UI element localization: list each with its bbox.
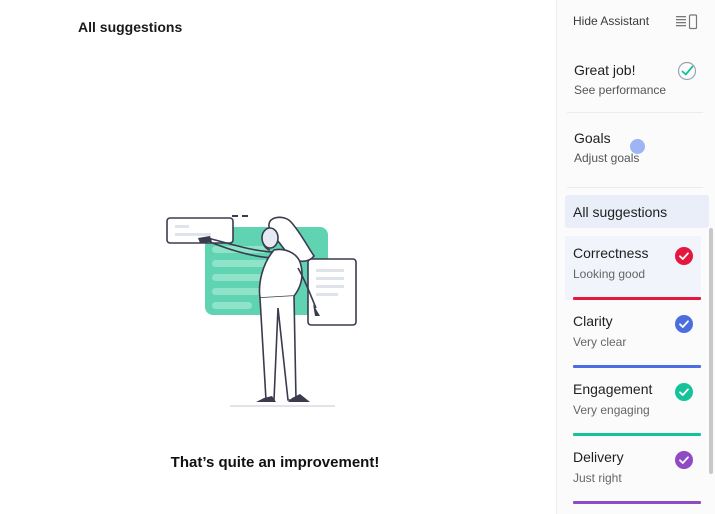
- category-bar: [573, 433, 701, 436]
- check-icon: [675, 383, 693, 401]
- category-bar: [573, 365, 701, 368]
- category-delivery[interactable]: Delivery Just right: [565, 440, 701, 504]
- checkmark-circle-icon: [677, 61, 697, 81]
- divider: [567, 112, 703, 113]
- category-engagement[interactable]: Engagement Very engaging: [565, 372, 701, 436]
- panel-toggle-icon[interactable]: [675, 14, 699, 30]
- category-bar: [573, 297, 701, 300]
- check-icon: [675, 451, 693, 469]
- cursor-dot: [630, 139, 645, 154]
- check-icon: [675, 247, 693, 265]
- category-status: Just right: [573, 471, 622, 485]
- category-bar: [573, 501, 701, 504]
- page-title: All suggestions: [78, 19, 183, 35]
- hide-assistant-button[interactable]: Hide Assistant: [573, 14, 649, 28]
- improvement-message: That’s quite an improvement!: [170, 454, 380, 471]
- sidebar-scrollbar[interactable]: [709, 228, 713, 474]
- all-suggestions-tab[interactable]: All suggestions: [565, 195, 709, 228]
- main-panel: All suggestions That’s quite an improvem…: [0, 0, 556, 514]
- see-performance-link[interactable]: See performance: [574, 83, 704, 97]
- category-clarity[interactable]: Clarity Very clear: [565, 304, 701, 368]
- assistant-sidebar: Hide Assistant Great job! See performanc…: [556, 0, 715, 514]
- category-status: Looking good: [573, 267, 646, 281]
- category-status: Very clear: [573, 335, 627, 349]
- divider: [567, 187, 703, 188]
- woman-presenting-illustration: [166, 215, 357, 407]
- category-status: Very engaging: [573, 403, 650, 417]
- category-correctness[interactable]: Correctness Looking good: [565, 236, 701, 300]
- check-icon: [675, 315, 693, 333]
